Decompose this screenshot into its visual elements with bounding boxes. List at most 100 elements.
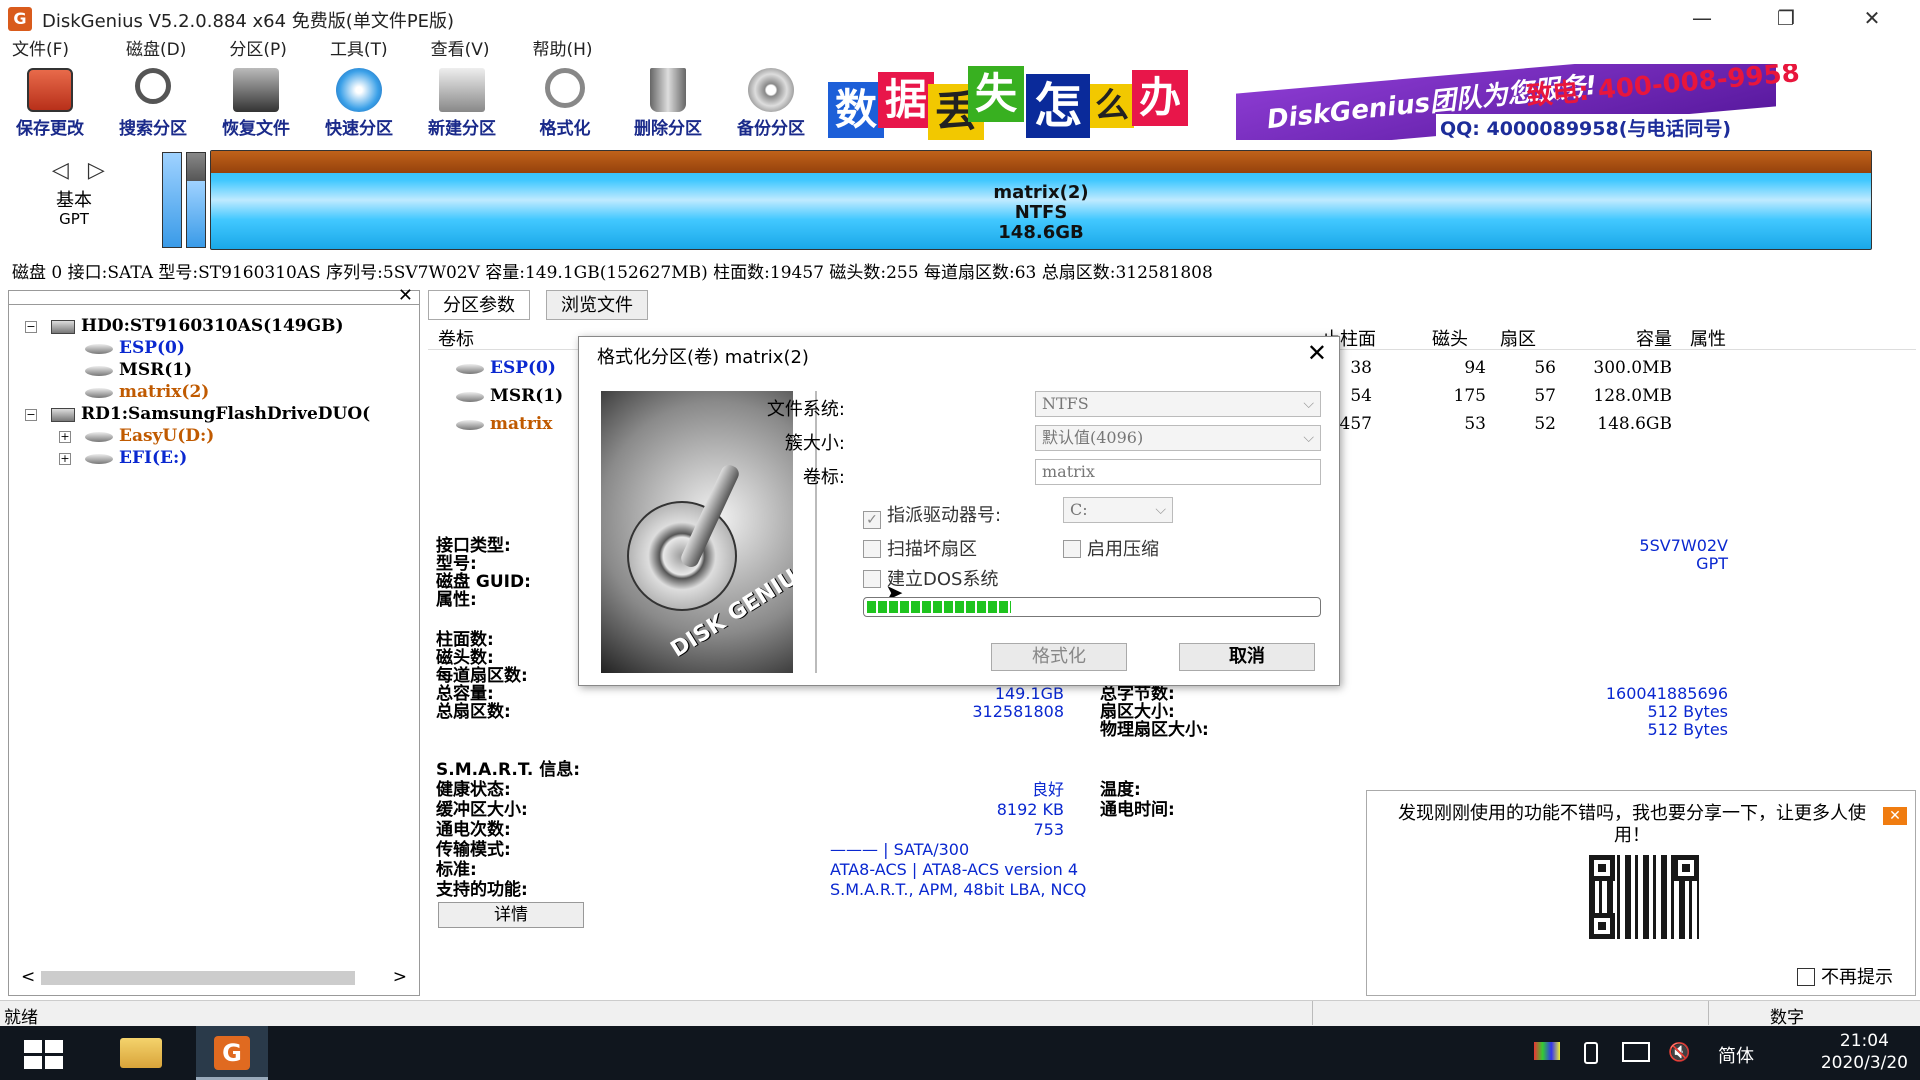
color-tray-icon[interactable] — [1534, 1042, 1560, 1060]
format-button[interactable]: 格式化 — [515, 64, 615, 140]
scroll-left-icon[interactable]: < — [21, 967, 35, 987]
volume-label-label: 卷标: — [802, 467, 845, 488]
partition-icon — [85, 343, 113, 354]
tree-item-label: MSR(1) — [119, 360, 193, 380]
partition-name: matrix(2) — [993, 182, 1089, 203]
cluster-size-select[interactable]: 默认值(4096) ⌵ — [1035, 425, 1321, 451]
quick-partition-icon — [336, 68, 382, 112]
tree-item-rd1[interactable]: RD1:SamsungFlashDriveDUO( — [51, 403, 370, 425]
col-attributes[interactable]: 属性 — [1690, 325, 1726, 351]
col-label[interactable]: 卷标 — [438, 325, 474, 351]
volume-label-input[interactable]: matrix — [1035, 459, 1321, 485]
scan-bad-sectors-checkbox[interactable]: 扫描坏扇区 — [863, 535, 977, 561]
label-features: 支持的功能: — [436, 880, 528, 900]
close-button[interactable]: ✕ — [1842, 2, 1902, 34]
volume-muted-icon[interactable]: 🔇 — [1668, 1042, 1690, 1063]
close-icon[interactable]: ✕ — [398, 285, 413, 306]
quick-partition-button[interactable]: 快速分区 — [309, 64, 409, 140]
tree-item-matrix[interactable]: matrix(2) — [85, 381, 209, 403]
value-total-capacity: 149.1GB — [994, 684, 1064, 703]
expand-icon[interactable]: + — [59, 453, 71, 465]
scroll-right-icon[interactable]: > — [393, 967, 407, 987]
col-heads[interactable]: 磁头 — [1432, 325, 1468, 351]
windows-start-button[interactable] — [24, 1040, 64, 1069]
cancel-button[interactable]: 取消 — [1179, 643, 1315, 671]
partition-block-esp[interactable] — [162, 152, 182, 248]
disk-nav-arrows[interactable]: ◁ ▷ — [52, 158, 111, 183]
status-text: 就绪 — [4, 1008, 38, 1028]
system-clock[interactable]: 21:04 2020/3/20 — [1821, 1030, 1908, 1074]
assign-drive-letter-checkbox[interactable]: ✓ 指派驱动器号: — [863, 501, 1001, 529]
restore-button[interactable]: ❐ — [1756, 2, 1816, 34]
network-tray-icon[interactable] — [1622, 1042, 1650, 1062]
checkbox-icon — [863, 570, 881, 588]
diskgenius-logo-icon: G — [8, 7, 32, 31]
file-explorer-icon[interactable] — [120, 1038, 162, 1068]
menu-file[interactable]: 文件(F) — [0, 36, 82, 64]
format-start-button[interactable]: 格式化 — [991, 643, 1127, 671]
partition-icon — [456, 363, 484, 374]
value-buffer-size: 8192 KB — [996, 800, 1064, 819]
row-capacity: 128.0MB — [1593, 386, 1672, 406]
taskbar-diskgenius-button[interactable]: G — [196, 1026, 268, 1080]
enable-compression-label: 启用压缩 — [1087, 539, 1159, 560]
value-health: 良好 — [1031, 780, 1064, 799]
tree-item-hd0[interactable]: HD0:ST9160310AS(149GB) — [51, 315, 344, 337]
windows-logo-icon — [45, 1056, 63, 1069]
search-partition-button[interactable]: 搜索分区 — [103, 64, 203, 140]
tree-item-easyu[interactable]: EasyU(D:) — [85, 425, 214, 447]
tab-partition-params[interactable]: 分区参数 — [428, 290, 530, 320]
dialog-close-icon[interactable]: ✕ — [1307, 339, 1327, 367]
label-heads: 磁头数: — [436, 648, 494, 668]
partition-block-matrix[interactable]: matrix(2) NTFS 148.6GB — [210, 150, 1872, 250]
label-model: 型号: — [436, 554, 477, 574]
ime-indicator[interactable]: 简体 — [1718, 1042, 1754, 1068]
banner-qq: QQ: 4000089958(与电话同号) — [1436, 114, 1736, 140]
menu-tools[interactable]: 工具(T) — [300, 36, 401, 64]
enable-compression-checkbox[interactable]: 启用压缩 — [1063, 535, 1159, 561]
col-sectors[interactable]: 扇区 — [1500, 325, 1536, 351]
collapse-icon[interactable]: − — [25, 321, 37, 333]
label-temperature: 温度: — [1100, 780, 1141, 800]
recover-files-label: 恢复文件 — [222, 119, 290, 139]
value-features: S.M.A.R.T., APM, 48bit LBA, NCQ — [830, 880, 1087, 899]
dialog-title: 格式化分区(卷) matrix(2) — [597, 347, 809, 368]
new-partition-button[interactable]: 新建分区 — [412, 64, 512, 140]
dont-show-again-checkbox[interactable]: 不再提示 — [1797, 963, 1893, 989]
details-button[interactable]: 详情 — [438, 902, 584, 928]
value-transfer-mode: ——— | SATA/300 — [830, 840, 970, 859]
horizontal-scrollbar[interactable]: < > — [17, 967, 411, 989]
create-dos-checkbox[interactable]: 建立DOS系统 — [863, 565, 998, 591]
tree-item-msr[interactable]: MSR(1) — [85, 359, 192, 381]
expand-icon[interactable]: + — [59, 431, 71, 443]
tree-item-esp[interactable]: ESP(0) — [85, 337, 185, 359]
banner-char: 失 — [968, 66, 1024, 122]
popup-close-icon[interactable]: ✕ — [1883, 807, 1907, 825]
menu-help[interactable]: 帮助(H) — [503, 36, 606, 64]
qr-code-icon[interactable] — [1589, 855, 1699, 939]
tree-item-efi[interactable]: EFI(E:) — [85, 447, 187, 469]
ad-banner[interactable]: 数 据 丢 失 怎 么 办 DiskGenius团队为您服务! 致电: 400-… — [826, 64, 1826, 140]
menu-partition[interactable]: 分区(P) — [199, 36, 300, 64]
backup-partition-button[interactable]: 备份分区 — [721, 64, 821, 140]
row-sectors: 56 — [1534, 358, 1556, 378]
file-system-select[interactable]: NTFS ⌵ — [1035, 391, 1321, 417]
create-dos-label: 建立DOS系统 — [887, 569, 999, 590]
scroll-thumb[interactable] — [41, 971, 355, 985]
share-popup: 发现刚刚使用的功能不错吗，我也要分享一下，让更多人使用！ ✕ 不再提示 — [1366, 790, 1916, 996]
tab-browse-files[interactable]: 浏览文件 — [546, 290, 648, 320]
windows-logo-icon — [45, 1040, 63, 1053]
recover-files-button[interactable]: 恢复文件 — [206, 64, 306, 140]
collapse-icon[interactable]: − — [25, 409, 37, 421]
save-changes-button[interactable]: 保存更改 — [0, 64, 100, 140]
menu-view[interactable]: 查看(V) — [401, 36, 503, 64]
col-capacity[interactable]: 容量 — [1582, 325, 1672, 351]
delete-partition-button[interactable]: 删除分区 — [618, 64, 718, 140]
hard-disk-icon — [51, 319, 75, 334]
quick-partition-label: 快速分区 — [325, 119, 393, 139]
drive-letter-select[interactable]: C: ⌵ — [1063, 497, 1173, 523]
minimize-button[interactable]: — — [1672, 2, 1732, 34]
usb-tray-icon[interactable] — [1584, 1042, 1598, 1064]
menu-disk[interactable]: 磁盘(D) — [82, 36, 199, 64]
partition-block-msr[interactable] — [186, 152, 206, 248]
